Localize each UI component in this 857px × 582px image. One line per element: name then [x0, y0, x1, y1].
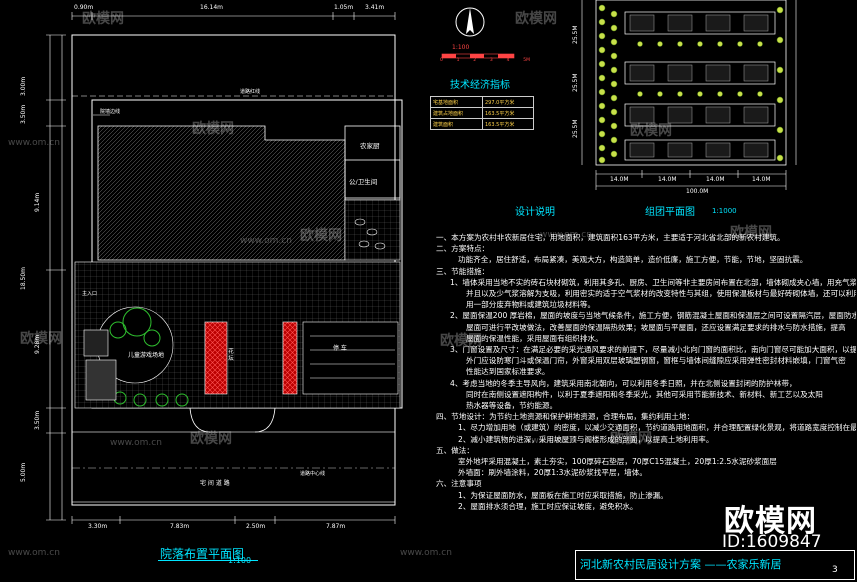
- logo-id: ID:1609847: [722, 532, 822, 552]
- site-plan-title-underline: [158, 560, 258, 561]
- note-line: 并且以及少气浆溶解为支吸，利用密实的适于空气浆材的改变特性与其组，使用保温板材与…: [466, 289, 856, 299]
- note-line: 4、考虑当地的冬季主导风向，建筑采用南北朝向，可以利用冬季日照，并在北侧设置封闭…: [450, 378, 797, 388]
- note-line: 热水器等设备，节约能源。: [466, 401, 558, 411]
- watermark-brand-10: 欧模网: [610, 431, 652, 447]
- design-notes: 一、本方案为农村非农新居住宅，用地面积，建筑面积163平方米，主要适于河北省北部…: [436, 232, 856, 512]
- watermark-site-4: www.om.cn: [110, 438, 162, 448]
- group-vdim-1: 25.5M: [572, 25, 579, 44]
- watermark-brand-3: 欧模网: [192, 121, 234, 137]
- group-vdim-3: 25.5M: [572, 119, 579, 138]
- table-cell: 建筑面积: [430, 118, 483, 130]
- note-line: 功能齐全，居住舒适，布局紧凑，美观大方，构造简单，造价低廉，施工方便，节能，节地…: [458, 255, 808, 265]
- project-title: 河北新农村民居设计方案 ——农家乐新居: [580, 558, 782, 571]
- notes-title: 设计说明: [515, 207, 555, 218]
- table-cell: 163.5平方米: [482, 107, 534, 119]
- note-line: 一、本方案为农村非农新居住宅，用地面积，建筑面积163平方米，主要适于河北省北部…: [436, 233, 785, 242]
- table-row: 建筑面积 163.5平方米: [430, 118, 534, 130]
- left-dim-6: 3.50m: [34, 410, 41, 430]
- note-line: 四、节地设计：为节约土地资源和保护耕地资源，合理布局，集约利用土地：: [436, 412, 695, 422]
- note-line: 外墙面：刷外墙涂料，20厚1:3水泥砂浆找平层，墙体。: [458, 468, 647, 478]
- note-line: 1、墙体采用当地不实的砖石块材砌筑，利用其多孔、厨房、卫生间等非主要房间布置在北…: [450, 277, 856, 287]
- note-line: 屋面可进行平改坡做法，改善屋面的保温隔热效果；坡屋面与平屋面，还应设置满足要求的…: [466, 322, 846, 332]
- bottom-dim-3: 2.50m: [246, 523, 266, 530]
- tech-table: 宅基地面积 297.0平方米 建筑占地面积 163.5平方米 建筑面积 163.…: [430, 96, 534, 130]
- scale-tick-4: 4: [506, 58, 510, 63]
- watermark-brand-5: 欧模网: [730, 225, 772, 241]
- watermark-site-5: www.om.cn: [8, 548, 60, 558]
- group-dim-4: 14.0M: [752, 176, 771, 183]
- group-plan-scale: 1:1000: [712, 207, 737, 215]
- watermark-brand-7: 欧模网: [300, 228, 342, 244]
- watermark-site-1: www.om.cn: [8, 138, 60, 148]
- left-dim-1: 3.00m: [20, 76, 27, 96]
- note-line: 六、注意事项: [436, 479, 482, 489]
- table-row: 建筑占地面积 163.5平方米: [430, 107, 534, 119]
- scale-bar-ticks: 0 1 2 3 4 5M: [440, 58, 530, 63]
- note-line: 同时在南侧设置遮阳构件，以利于夏季遮阳和冬季采光，其他可采用节能新技术、新材料、…: [466, 389, 823, 399]
- table-cell: 297.0平方米: [482, 96, 534, 108]
- watermark-brand-6: 欧模网: [20, 331, 62, 347]
- label-entrance: 主入口: [82, 291, 98, 297]
- scale-tick-0: 0: [440, 58, 443, 63]
- group-plan-drawing: [581, 0, 797, 190]
- left-dim-7: 5.00m: [20, 462, 27, 482]
- scale-tick-2: 2: [473, 58, 477, 63]
- site-plan-drawing: [46, 12, 403, 524]
- watermark-brand-2: 欧模网: [515, 11, 557, 27]
- note-line: 3、门窗设置及尺寸：在满足必要的采光通风要求的前提下，尽量减小北向门窗的面积比，…: [450, 345, 856, 355]
- watermark-site-3: www.om.cn: [540, 230, 592, 240]
- top-dim-3: 1.05m: [334, 4, 354, 11]
- note-line: 2、屋面保温200 厚岩棉，屋面的坡度与当地气候条件，施工方便，钢筋混凝土屋面和…: [450, 311, 856, 321]
- group-plan-title: 组团平面图: [645, 207, 695, 218]
- label-parking: 停 车: [333, 345, 347, 352]
- label-kitchen: 农家厨: [360, 142, 380, 150]
- bottom-dim-1: 3.30m: [88, 523, 108, 530]
- watermark-site-7: www.om.cn: [524, 436, 576, 446]
- bottom-dim-2: 7.83m: [170, 523, 190, 530]
- group-vdim-2: 25.5M: [572, 73, 579, 92]
- watermark-site-6: www.om.cn: [400, 548, 452, 558]
- label-bath: 公/卫生间: [349, 178, 378, 186]
- note-line: 性能达到国家标准要求。: [466, 367, 550, 377]
- group-dim-2: 14.0M: [658, 176, 677, 183]
- scale-bar-label: 1:100: [452, 44, 470, 51]
- watermark-brand-1: 欧模网: [82, 11, 124, 27]
- watermark-brand-4: 欧模网: [630, 123, 672, 139]
- watermark-site-2: www.om.cn: [240, 236, 292, 246]
- left-dim-3: 9.14m: [34, 192, 41, 212]
- table-cell: 宅基地面积: [430, 96, 483, 108]
- label-road: 宅 间 道 路: [200, 480, 230, 487]
- north-arrow-icon: [455, 7, 485, 37]
- group-dim-1: 14.0M: [610, 176, 629, 183]
- label-road-boundary: 道路红线: [240, 89, 261, 95]
- scale-tick-5: 5M: [523, 58, 530, 63]
- group-dim-3: 14.0M: [706, 176, 725, 183]
- note-line: 用一部分废弃物料或建筑垃圾材料等。: [466, 300, 596, 310]
- left-dim-4: 18.50m: [20, 266, 27, 290]
- bottom-dim-4: 7.87m: [326, 523, 346, 530]
- table-row: 宅基地面积 297.0平方米: [430, 96, 534, 108]
- watermark-brand-8: 欧模网: [440, 333, 482, 349]
- label-property-wall: 院墙边线: [100, 109, 121, 115]
- sheet-number: 3: [832, 565, 838, 575]
- note-line: 外门应设防寒门斗或保温门帘，外窗采用双层玻璃塑钢窗，窗框与墙体间缝隙应采用弹性密…: [466, 356, 846, 366]
- table-cell: 建筑占地面积: [430, 107, 483, 119]
- note-line: 二、方案特点：: [436, 244, 490, 254]
- note-line: 屋面的保温性能，采用屋面有组织排水。: [466, 333, 603, 343]
- note-line: 室外地坪采用混凝土，素土夯实，100厚碎石垫层，70厚C15混凝土，20厚1:2…: [458, 457, 777, 467]
- scale-tick-3: 3: [489, 58, 493, 63]
- scale-tick-1: 1: [456, 58, 460, 63]
- label-kids-area: 儿童游戏场地: [128, 352, 165, 359]
- top-dim-4: 3.41m: [365, 4, 385, 11]
- label-flower-bed: 花 坛: [227, 348, 233, 361]
- left-dim-2: 3.50m: [20, 104, 27, 124]
- table-cell: 163.5平方米: [482, 118, 534, 130]
- watermark-brand-9: 欧模网: [190, 431, 232, 447]
- top-dim-2: 16.14m: [200, 4, 224, 11]
- tech-table-title: 技术经济指标: [450, 80, 510, 91]
- label-road-line: 道路中心线: [300, 471, 326, 477]
- note-line: 三、节能措施：: [436, 266, 490, 276]
- group-dim-total: 100.0M: [686, 188, 709, 195]
